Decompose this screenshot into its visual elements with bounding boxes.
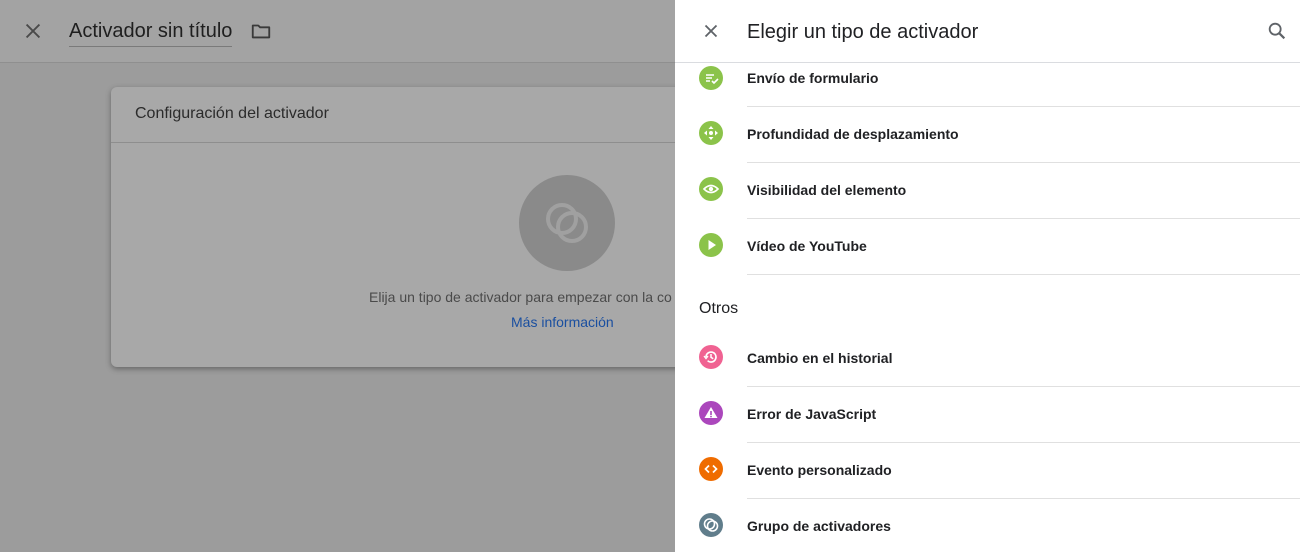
card-hint-text: Elija un tipo de activador para empezar … <box>369 289 672 305</box>
code-icon <box>699 457 723 481</box>
close-icon[interactable] <box>700 20 722 42</box>
trigger-placeholder-icon[interactable] <box>519 175 615 271</box>
more-info-link[interactable]: Más información <box>511 314 614 330</box>
close-icon[interactable] <box>22 20 44 42</box>
item-label: Evento personalizado <box>747 462 892 478</box>
item-label: Error de JavaScript <box>747 406 877 422</box>
trigger-configuration-card: Configuración del activador Elija un tip… <box>111 87 731 367</box>
trigger-type-form-submit[interactable]: Envío de formulario <box>675 50 1300 107</box>
section-title-others: Otros <box>699 300 739 317</box>
trigger-group-icon <box>699 513 723 537</box>
warning-icon <box>699 401 723 425</box>
card-title: Configuración del activador <box>135 105 329 122</box>
divider <box>111 142 731 143</box>
item-label: Envío de formulario <box>747 70 879 86</box>
trigger-type-custom-event[interactable]: Evento personalizado <box>675 442 1300 499</box>
scroll-depth-icon <box>699 121 723 145</box>
trigger-type-youtube-video[interactable]: Vídeo de YouTube <box>675 218 1300 275</box>
item-label: Cambio en el historial <box>747 350 893 366</box>
trigger-type-trigger-group[interactable]: Grupo de activadores <box>675 498 1300 552</box>
item-label: Profundidad de desplazamiento <box>747 126 959 142</box>
folder-icon[interactable] <box>250 20 272 42</box>
history-icon <box>699 345 723 369</box>
trigger-type-javascript-error[interactable]: Error de JavaScript <box>675 386 1300 443</box>
divider <box>747 274 1300 275</box>
form-submit-icon <box>699 66 723 90</box>
trigger-type-element-visibility[interactable]: Visibilidad del elemento <box>675 162 1300 219</box>
search-icon[interactable] <box>1266 20 1288 42</box>
trigger-type-scroll-depth[interactable]: Profundidad de desplazamiento <box>675 106 1300 163</box>
visibility-icon <box>699 177 723 201</box>
item-label: Grupo de activadores <box>747 518 891 534</box>
trigger-type-panel: Elegir un tipo de activador Envío de for… <box>675 0 1300 552</box>
play-icon <box>699 233 723 257</box>
trigger-name-title[interactable]: Activador sin título <box>69 20 233 47</box>
trigger-type-history-change[interactable]: Cambio en el historial <box>675 330 1300 387</box>
item-label: Visibilidad del elemento <box>747 182 907 198</box>
panel-title: Elegir un tipo de activador <box>747 21 979 43</box>
item-label: Vídeo de YouTube <box>747 238 867 254</box>
